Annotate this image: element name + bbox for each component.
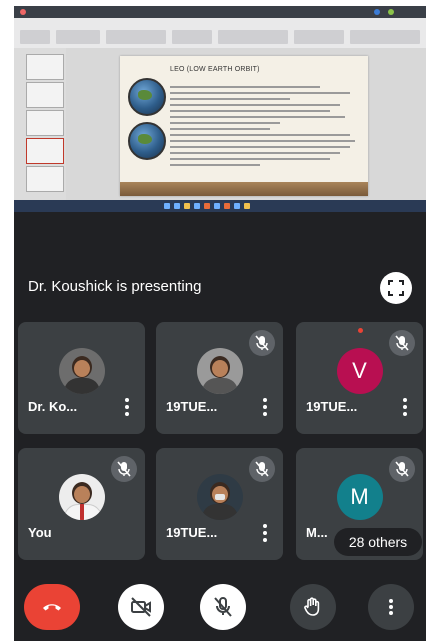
mic-muted-badge [111,456,137,482]
meet-window: LEO (LOW EARTH ORBIT) Dr. Koushick is pr… [14,6,426,641]
participant-avatar [196,348,243,394]
mic-muted-badge [249,330,275,356]
slide-footer-band [120,182,368,196]
participant-tile[interactable]: 19TUE... [156,322,283,434]
participant-name: M... [306,525,328,540]
earth-image [128,122,166,160]
participant-avatar [196,474,243,520]
more-options-button[interactable] [263,524,267,542]
participant-name: 19TUE... [166,399,218,414]
more-options-button[interactable] [125,398,129,416]
more-options-button[interactable] [263,398,267,416]
raise-hand-button[interactable] [290,584,336,630]
mic-off-icon [255,335,269,351]
speaking-indicator [358,328,363,333]
mic-off-icon [117,461,131,477]
camera-toggle-button[interactable] [118,584,164,630]
mic-off-icon [395,461,409,477]
current-slide: LEO (LOW EARTH ORBIT) [120,56,368,196]
participant-tile[interactable]: 19TUE... [156,448,283,560]
participant-avatar: V [336,348,383,394]
windows-taskbar [14,200,426,212]
fullscreen-icon [388,280,404,296]
mic-off-icon [214,597,232,617]
participant-name: 19TUE... [166,525,218,540]
call-controls [14,578,426,638]
earth-image [128,78,166,116]
more-options-button[interactable] [403,398,407,416]
leave-call-button[interactable] [24,584,80,630]
participant-tile-self[interactable]: You [18,448,145,560]
slide-title: LEO (LOW EARTH ORBIT) [170,66,260,73]
participant-avatar: M [336,474,383,520]
hand-icon [304,597,320,616]
mic-off-icon [395,335,409,351]
mic-off-icon [255,461,269,477]
phone-hangup-icon [43,604,61,611]
mic-muted-badge [389,330,415,356]
participant-tile[interactable]: V 19TUE... [296,322,423,434]
others-count-badge[interactable]: 28 others [334,528,422,556]
mic-toggle-button[interactable] [200,584,246,630]
participant-name: You [28,525,52,540]
more-vertical-icon [389,599,393,615]
participant-avatar [58,474,105,520]
camera-off-icon [131,597,151,617]
shared-screen: LEO (LOW EARTH ORBIT) [14,6,426,212]
more-options-button[interactable] [368,584,414,630]
participant-tile[interactable]: Dr. Ko... [18,322,145,434]
slide-canvas: LEO (LOW EARTH ORBIT) [66,48,426,200]
powerpoint-ribbon [14,18,426,48]
participant-avatar [58,348,105,394]
mic-muted-badge [249,456,275,482]
shared-window-titlebar [14,6,426,18]
mic-muted-badge [389,456,415,482]
presenting-banner: Dr. Koushick is presenting [14,268,426,308]
presenting-text: Dr. Koushick is presenting [28,278,202,295]
fullscreen-button[interactable] [380,272,412,304]
participant-name: 19TUE... [306,399,358,414]
participant-name: Dr. Ko... [28,399,78,414]
slide-thumbnails [14,48,66,200]
